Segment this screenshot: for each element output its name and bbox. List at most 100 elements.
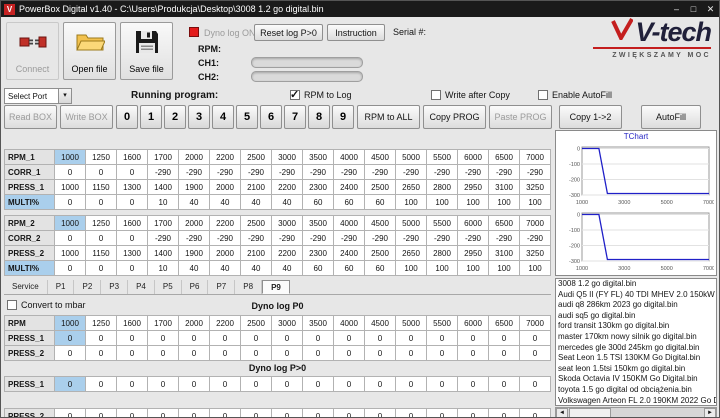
maximize-button[interactable]: □ [686,3,701,15]
table-cell[interactable]: 100 [457,260,489,276]
table-cell[interactable]: 1300 [116,179,148,195]
tab-p1[interactable]: P1 [48,280,75,294]
table-cell[interactable]: -290 [240,230,272,246]
table-cell[interactable]: 1700 [147,315,179,331]
table-cell[interactable]: 3250 [519,179,551,195]
table-cell[interactable]: 60 [364,260,396,276]
table-cell[interactable]: 40 [209,260,241,276]
table-cell[interactable]: 7000 [519,315,551,331]
table-cell[interactable]: 4500 [364,149,396,165]
table-cell[interactable]: 1900 [178,245,210,261]
table-cell[interactable]: 0 [333,345,365,361]
table-cell[interactable]: 3500 [302,215,334,231]
table-cell[interactable]: 0 [54,260,86,276]
table-cell[interactable]: 2400 [333,245,365,261]
table-cell[interactable]: -290 [209,164,241,180]
table-cell[interactable]: 0 [302,376,334,392]
table-cell[interactable]: -290 [333,230,365,246]
connect-button[interactable]: Connect [6,22,59,80]
table-cell[interactable]: 4500 [364,315,396,331]
digit-button-3[interactable]: 3 [188,105,210,129]
table-cell[interactable]: 100 [519,194,551,210]
table-cell[interactable]: 60 [302,260,334,276]
table-cell[interactable]: 0 [271,345,303,361]
tab-p8[interactable]: P8 [235,280,263,294]
table-cell[interactable]: 0 [116,164,148,180]
autofill-button[interactable]: AutoFill [641,105,701,129]
table-cell[interactable]: 0 [116,230,148,246]
table-cell[interactable]: -290 [271,164,303,180]
file-list-item[interactable]: ford transit 130km go digital.bin [556,321,716,332]
table-cell[interactable]: 0 [488,330,520,346]
write-after-copy-checkbox[interactable]: Write after Copy [431,90,510,100]
table-cell[interactable]: 1000 [54,179,86,195]
table-cell[interactable]: 40 [209,194,241,210]
file-list-item[interactable]: toyota 1.5 go digital od obciążenia.bin [556,385,716,396]
digit-button-5[interactable]: 5 [236,105,258,129]
table-cell[interactable]: 0 [488,376,520,392]
table-cell[interactable]: 3250 [519,245,551,261]
file-list-item[interactable]: mercedes gle 300d 245km go digital.bin [556,343,716,354]
table-cell[interactable]: 2200 [271,179,303,195]
table-cell[interactable]: 1600 [116,149,148,165]
table-cell[interactable]: 0 [85,345,117,361]
table-cell[interactable]: -290 [426,230,458,246]
table-cell[interactable]: 60 [302,194,334,210]
table-cell[interactable]: 2500 [364,179,396,195]
table-cell[interactable]: 0 [178,345,210,361]
table-cell[interactable]: 0 [457,345,489,361]
tab-p2[interactable]: P2 [74,280,102,294]
table-cell[interactable]: 0 [333,330,365,346]
table-cell[interactable]: 1700 [147,149,179,165]
table-cell[interactable]: -290 [519,230,551,246]
table-cell[interactable]: 40 [240,260,272,276]
table-cell[interactable]: 1000 [54,149,86,165]
table-cell[interactable]: 0 [271,330,303,346]
table-cell[interactable]: -290 [488,164,520,180]
table-cell[interactable]: 2100 [240,179,272,195]
tab-p5[interactable]: P5 [155,280,182,294]
table-cell[interactable]: 1250 [85,149,117,165]
table-cell[interactable]: 2400 [333,179,365,195]
table-cell[interactable]: 6500 [488,149,520,165]
table-cell[interactable]: 0 [85,376,117,392]
paste-prog-button[interactable]: Paste PROG [489,105,552,129]
table-cell[interactable]: -290 [147,164,179,180]
tab-service[interactable]: Service [4,280,48,294]
table-cell[interactable]: 3100 [488,245,520,261]
table-cell[interactable]: 2800 [426,245,458,261]
table-cell[interactable]: 2200 [271,245,303,261]
table-cell[interactable]: 4500 [364,215,396,231]
table-cell[interactable]: 1000 [54,245,86,261]
table-cell[interactable]: 2000 [178,315,210,331]
table-cell[interactable]: 6000 [457,149,489,165]
table-cell[interactable]: 100 [488,194,520,210]
table-cell[interactable]: 40 [271,260,303,276]
table-cell[interactable]: 40 [178,194,210,210]
digit-button-8[interactable]: 8 [308,105,330,129]
table-cell[interactable]: 0 [395,345,427,361]
table-cell[interactable]: 0 [240,408,272,417]
table-cell[interactable]: 0 [54,330,86,346]
table-cell[interactable]: 1400 [147,245,179,261]
table-cell[interactable]: 100 [426,260,458,276]
scroll-left-arrow[interactable]: ◄ [556,408,568,417]
table-cell[interactable]: 2500 [364,245,396,261]
tab-p3[interactable]: P3 [101,280,129,294]
table-cell[interactable]: 0 [178,330,210,346]
instruction-button[interactable]: Instruction [327,24,385,41]
copy-1-2-button[interactable]: Copy 1->2 [559,105,622,129]
table-cell[interactable]: 1300 [116,245,148,261]
table-cell[interactable]: 0 [333,408,365,417]
table-cell[interactable]: 2100 [240,245,272,261]
table-cell[interactable]: 1600 [116,215,148,231]
table-cell[interactable]: 0 [426,376,458,392]
table-cell[interactable]: 0 [54,164,86,180]
table-cell[interactable]: -290 [426,164,458,180]
table-cell[interactable]: 0 [333,376,365,392]
table-cell[interactable]: 0 [302,345,334,361]
table-cell[interactable]: -290 [271,230,303,246]
table-cell[interactable]: -290 [302,230,334,246]
table-cell[interactable]: 1150 [85,245,117,261]
table-cell[interactable]: 3500 [302,149,334,165]
